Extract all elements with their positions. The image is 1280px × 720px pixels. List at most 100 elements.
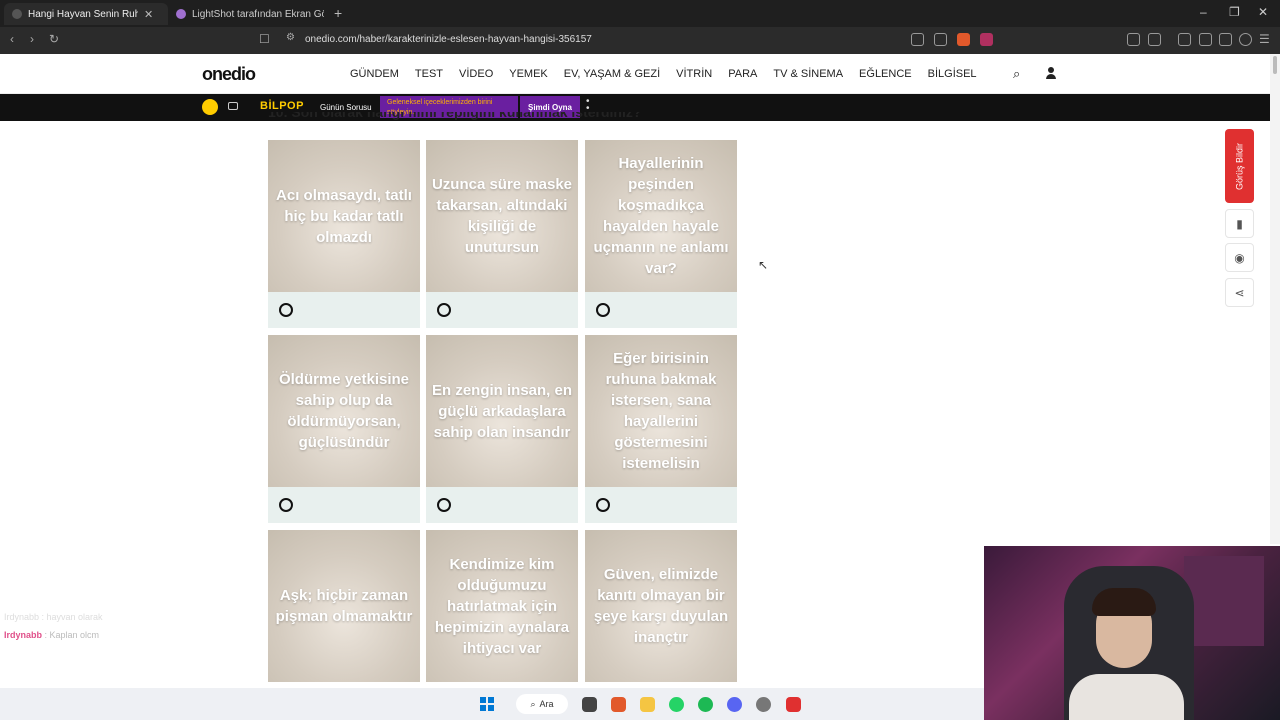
user-icon[interactable] — [1046, 67, 1056, 79]
tab-title: Hangi Hayvan Senin Ruh Eşin? - — [28, 8, 138, 20]
maximize-icon[interactable]: ❐ — [1229, 5, 1240, 19]
address-bar[interactable]: onedio.com/haber/karakterinizle-eslesen-… — [305, 34, 592, 45]
sidebar-toggle-icon[interactable] — [1148, 33, 1161, 46]
answer-image[interactable]: Acı olmasaydı, tatlı hiç bu kadar tatlı … — [268, 140, 420, 292]
nav-eglence[interactable]: EĞLENCE — [859, 68, 912, 80]
browser-titlebar: Hangi Hayvan Senin Ruh Eşin? - ✕ LightSh… — [0, 0, 1280, 27]
bookmark-icon[interactable]: ☐ — [259, 32, 270, 46]
answer-image[interactable]: Öldürme yetkisine sahip olup da öldürmüy… — [268, 335, 420, 487]
search-icon[interactable]: ⌕ — [1013, 66, 1020, 82]
close-tab-icon[interactable]: ✕ — [144, 8, 153, 21]
radio-button[interactable] — [437, 303, 451, 317]
answer-text: Güven, elimizde kanıtı olmayan bir şeye … — [593, 566, 729, 646]
cast-icon[interactable] — [911, 33, 924, 46]
radio-button[interactable] — [279, 498, 293, 512]
brave-browser-icon[interactable] — [611, 697, 626, 712]
leo-icon[interactable] — [1219, 33, 1232, 46]
brave-shield-icon[interactable] — [957, 33, 970, 46]
answer-text: Acı olmasaydı, tatlı hiç bu kadar tatlı … — [276, 186, 412, 246]
vpn-icon[interactable] — [1239, 33, 1252, 46]
nav-para[interactable]: PARA — [728, 68, 757, 80]
panel-icon[interactable] — [1178, 33, 1191, 46]
app-icon[interactable] — [786, 697, 801, 712]
answer-text: Eğer birisinin ruhuna bakmak istersen, s… — [605, 350, 717, 472]
answer-card-7[interactable]: Aşk; hiçbir zaman pişman olmamaktır — [268, 530, 420, 682]
wallet-icon[interactable] — [1199, 33, 1212, 46]
feedback-button[interactable]: Görüş Bildir — [1225, 129, 1254, 203]
share-icon[interactable]: ⋖ — [1225, 278, 1254, 307]
chat-username: Irdynabb — [4, 630, 43, 640]
answer-image[interactable]: Güven, elimizde kanıtı olmayan bir şeye … — [585, 530, 737, 682]
reload-icon[interactable]: ↻ — [49, 32, 59, 46]
answer-footer[interactable] — [426, 487, 578, 523]
answer-card-5[interactable]: En zengin insan, en güçlü arkadaşlara sa… — [426, 335, 578, 523]
file-explorer-icon[interactable] — [640, 697, 655, 712]
tab-hangi-hayvan[interactable]: Hangi Hayvan Senin Ruh Eşin? - ✕ — [4, 3, 168, 25]
answer-card-2[interactable]: Uzunca süre maske takarsan, altındaki ki… — [426, 140, 578, 328]
windows-start-icon[interactable] — [480, 697, 494, 711]
chat-message-text: : Kaplan olcm — [42, 630, 100, 640]
onedio-logo[interactable]: onedio — [202, 64, 256, 85]
nav-vitrin[interactable]: VİTRİN — [676, 68, 712, 80]
radio-button[interactable] — [596, 303, 610, 317]
radio-button[interactable] — [437, 498, 451, 512]
nav-video[interactable]: VİDEO — [459, 68, 493, 80]
answer-card-6[interactable]: Eğer birisinin ruhuna bakmak istersen, s… — [585, 335, 737, 523]
answer-footer[interactable] — [268, 487, 420, 523]
comments-icon[interactable]: ◉ — [1225, 243, 1254, 272]
whatsapp-icon[interactable] — [669, 697, 684, 712]
brave-rewards-icon[interactable] — [980, 33, 993, 46]
share-icon[interactable] — [934, 33, 947, 46]
answer-image[interactable]: Hayallerinin peşinden koşmadıkça hayalde… — [585, 140, 737, 292]
answer-footer[interactable] — [585, 292, 737, 328]
forward-icon[interactable]: › — [30, 32, 34, 46]
spotify-icon[interactable] — [698, 697, 713, 712]
game-icon — [228, 102, 238, 110]
nav-gundem[interactable]: GÜNDEM — [350, 68, 399, 80]
answer-image[interactable]: Eğer birisinin ruhuna bakmak istersen, s… — [585, 335, 737, 487]
bilpop-logo[interactable]: BİLPOP — [260, 100, 304, 112]
answer-footer[interactable] — [585, 487, 737, 523]
task-view-icon[interactable] — [582, 697, 597, 712]
taskbar-search[interactable]: ⌕ Ara — [516, 694, 568, 714]
nav-bilgisel[interactable]: BİLGİSEL — [928, 68, 977, 80]
answer-image[interactable]: Kendimize kim olduğumuzu hatırlatmak içi… — [426, 530, 578, 682]
nav-ev-yasam-gezi[interactable]: EV, YAŞAM & GEZİ — [564, 68, 660, 80]
bookmark-save-icon[interactable]: ▮ — [1225, 209, 1254, 238]
answer-footer[interactable] — [268, 292, 420, 328]
answer-image[interactable]: En zengin insan, en güçlü arkadaşlara sa… — [426, 335, 578, 487]
scrollbar-thumb[interactable] — [1273, 56, 1277, 74]
tab-lightshot[interactable]: LightShot tarafından Ekran Görüntüs — [168, 3, 332, 25]
radio-button[interactable] — [279, 303, 293, 317]
answer-card-1[interactable]: Acı olmasaydı, tatlı hiç bu kadar tatlı … — [268, 140, 420, 328]
answer-card-8[interactable]: Kendimize kim olduğumuzu hatırlatmak içi… — [426, 530, 578, 682]
site-info-icon[interactable]: ⚙ — [286, 32, 295, 43]
chat-message: Irdynabb : Kaplan olcm — [4, 626, 103, 644]
answer-image[interactable]: Aşk; hiçbir zaman pişman olmamaktır — [268, 530, 420, 682]
menu-icon[interactable]: ☰ — [1259, 32, 1270, 46]
page-scrollbar[interactable] — [1270, 54, 1280, 544]
question-title: 10. Son olarak hangi filmi repliğini kul… — [268, 112, 668, 120]
mouse-cursor-icon: ↖ — [758, 258, 769, 272]
more-dots-icon[interactable]: • • — [586, 97, 590, 114]
minimize-icon[interactable]: – — [1200, 5, 1207, 19]
lightshot-favicon-icon — [176, 9, 186, 19]
windows-taskbar: ⌕ Ara — [0, 688, 984, 720]
close-window-icon[interactable]: ✕ — [1258, 5, 1268, 19]
nav-test[interactable]: TEST — [415, 68, 443, 80]
answer-image[interactable]: Uzunca süre maske takarsan, altındaki ki… — [426, 140, 578, 292]
radio-button[interactable] — [596, 498, 610, 512]
new-tab-button[interactable]: + — [334, 5, 342, 21]
answer-card-4[interactable]: Öldürme yetkisine sahip olup da öldürmüy… — [268, 335, 420, 523]
nav-yemek[interactable]: YEMEK — [509, 68, 548, 80]
answer-card-9[interactable]: Güven, elimizde kanıtı olmayan bir şeye … — [585, 530, 737, 682]
answer-card-3[interactable]: Hayallerinin peşinden koşmadıkça hayalde… — [585, 140, 737, 328]
discord-icon[interactable] — [727, 697, 742, 712]
nav-tv-sinema[interactable]: TV & SİNEMA — [773, 68, 843, 80]
webcam-overlay — [984, 546, 1280, 720]
extensions-icon[interactable] — [1127, 33, 1140, 46]
steam-icon[interactable] — [756, 697, 771, 712]
back-icon[interactable]: ‹ — [10, 32, 14, 46]
onedio-favicon-icon — [12, 9, 22, 19]
answer-footer[interactable] — [426, 292, 578, 328]
